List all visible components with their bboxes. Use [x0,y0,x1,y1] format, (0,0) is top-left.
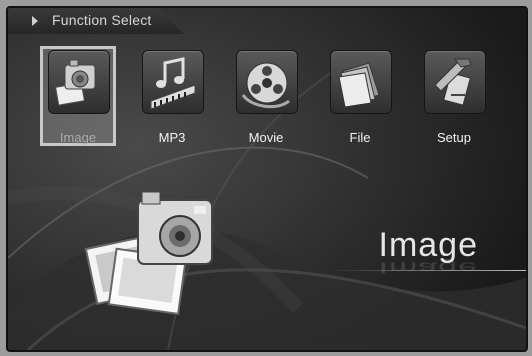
function-select-tab: Function Select [8,8,184,34]
menu-item-label: Setup [437,130,471,145]
camera-photo-icon [84,191,213,316]
preview-title-reflection: Image [378,258,479,276]
film-reel-icon [241,62,290,109]
files-icon [338,62,380,108]
tools-icon [434,58,472,106]
menu-item-movie[interactable]: Movie [228,46,304,146]
menu-item-label: File [349,130,371,145]
menu-item-label: MP3 [158,130,186,145]
menu-item-setup[interactable]: Setup [416,46,492,146]
menu-item-file[interactable]: File [322,46,398,146]
music-note-icon [150,57,196,110]
menu-item-label: Movie [248,130,284,145]
play-arrow-icon [32,16,38,26]
header-title: Function Select [52,12,152,28]
function-select-screen: Function Select Image MP3 Movie File Set… [6,6,528,352]
menu-item-image[interactable]: Image [40,46,116,146]
menu-item-mp3[interactable]: MP3 [134,46,210,146]
camera-photo-icon [55,59,96,106]
menu-item-label: Image [59,130,97,145]
